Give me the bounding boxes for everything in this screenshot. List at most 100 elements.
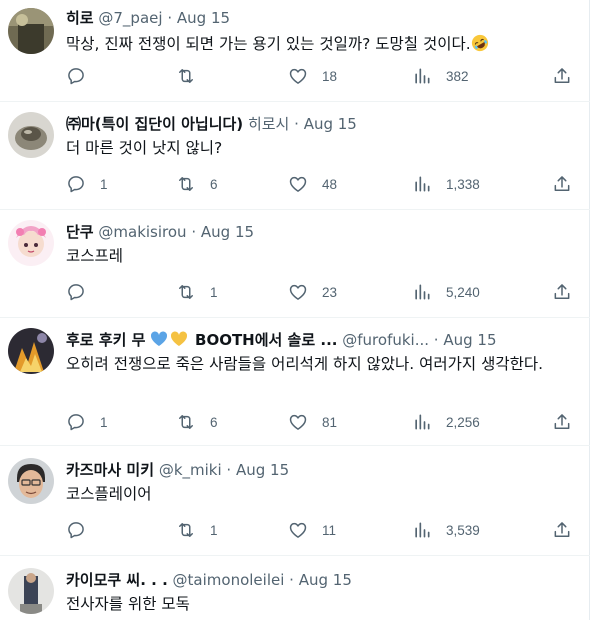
reply-icon [66, 174, 86, 194]
like-button[interactable]: 23 [288, 280, 337, 304]
tweet-actions: 18 382 [66, 64, 576, 88]
avatar[interactable] [8, 112, 54, 158]
user-handle[interactable]: @k_miki [159, 461, 222, 479]
retweet-button[interactable]: 1 [176, 518, 218, 542]
avatar[interactable] [8, 328, 54, 374]
retweet-icon [176, 412, 196, 432]
like-count: 18 [322, 68, 338, 84]
tweet-header: 히로 @7_paej · Aug 15 [66, 8, 230, 28]
tweet-item[interactable]: 카이모쿠 씨. . . @taimonoleilei · Aug 15 전사자를… [0, 556, 590, 620]
display-name-suffix[interactable]: BOOTH에서 솔로 ... [195, 331, 337, 349]
reply-button[interactable] [66, 280, 100, 304]
reply-count: 1 [100, 176, 108, 192]
view-count: 5,240 [446, 284, 480, 300]
view-count: 2,256 [446, 414, 480, 430]
blue-yellow-hearts-icon [151, 331, 188, 346]
like-button[interactable]: 11 [288, 518, 336, 542]
tweet-item[interactable]: 후로 후키 무 BOOTH에서 솔로 ... @furofuki... · Au… [0, 318, 590, 446]
like-button[interactable]: 48 [288, 172, 337, 196]
share-button[interactable] [552, 172, 572, 196]
tweet-text: 전사자를 위한 모독 [66, 595, 190, 613]
avatar[interactable] [8, 8, 54, 54]
user-handle[interactable]: @7_paej [98, 9, 162, 27]
tweet-date[interactable]: Aug 15 [201, 223, 254, 241]
views-button[interactable]: 2,256 [412, 410, 480, 434]
retweet-button[interactable] [176, 64, 210, 88]
views-button[interactable]: 382 [412, 64, 469, 88]
user-handle[interactable]: @makisirou [98, 223, 186, 241]
display-name[interactable]: 히로 [66, 9, 94, 27]
reply-icon [66, 520, 86, 540]
retweet-button[interactable]: 6 [176, 172, 218, 196]
views-button[interactable]: 5,240 [412, 280, 480, 304]
user-handle[interactable]: @furofuki... [342, 331, 429, 349]
like-icon [288, 174, 308, 194]
tweet-actions: 1 23 5,240 [66, 280, 576, 304]
separator-dot: · [226, 461, 232, 479]
separator-dot: · [191, 223, 197, 241]
like-count: 81 [322, 414, 338, 430]
avatar[interactable] [8, 220, 54, 266]
views-icon [412, 66, 432, 86]
like-icon [288, 282, 308, 302]
retweet-icon [176, 282, 196, 302]
share-button[interactable] [552, 410, 572, 434]
like-button[interactable]: 18 [288, 64, 337, 88]
views-icon [412, 282, 432, 302]
like-count: 11 [322, 522, 337, 538]
share-button[interactable] [552, 280, 572, 304]
share-button[interactable] [552, 518, 572, 542]
user-handle[interactable]: 히로시 [248, 115, 289, 133]
reply-button[interactable] [66, 64, 100, 88]
display-name-prefix[interactable]: 후로 후키 무 [66, 331, 145, 349]
tweet-header: ㈜마(특이 집단이 아닙니다) 히로시 · Aug 15 [66, 114, 357, 134]
tweet-date[interactable]: Aug 15 [177, 9, 230, 27]
like-icon [288, 412, 308, 432]
share-icon [552, 412, 572, 432]
display-name[interactable]: 카즈마사 미키 [66, 461, 154, 479]
tweet-text: 더 마른 것이 낫지 않니? [66, 139, 223, 157]
tweet-text: 오히려 전쟁으로 죽은 사람들을 어리석게 하지 않았나. 여러가지 생각한다. [66, 355, 544, 373]
reply-icon [66, 282, 86, 302]
reply-button[interactable]: 1 [66, 410, 108, 434]
avatar[interactable] [8, 568, 54, 614]
reply-count: 1 [100, 414, 108, 430]
tweet-header: 후로 후키 무 BOOTH에서 솔로 ... @furofuki... · Au… [66, 330, 497, 350]
tweet-text: 코스프레 [66, 247, 124, 265]
view-count: 1,338 [446, 176, 480, 192]
like-button[interactable]: 81 [288, 410, 337, 434]
views-button[interactable]: 3,539 [412, 518, 480, 542]
reply-button[interactable]: 1 [66, 172, 108, 196]
tweet-header: 단쿠 @makisirou · Aug 15 [66, 222, 254, 242]
tweet-header: 카이모쿠 씨. . . @taimonoleilei · Aug 15 [66, 570, 352, 590]
tweet-date[interactable]: Aug 15 [304, 115, 357, 133]
tweet-actions: 1 6 81 2,256 [66, 410, 576, 434]
views-icon [412, 174, 432, 194]
retweet-icon [176, 520, 196, 540]
tweet-item[interactable]: ㈜마(특이 집단이 아닙니다) 히로시 · Aug 15 더 마른 것이 낫지 … [0, 102, 590, 210]
tweet-date[interactable]: Aug 15 [236, 461, 289, 479]
display-name[interactable]: 카이모쿠 씨. . . [66, 571, 168, 589]
tweet-text: 코스플레이어 [66, 485, 152, 503]
display-name[interactable]: 단쿠 [66, 223, 94, 241]
share-button[interactable] [552, 64, 572, 88]
share-icon [552, 520, 572, 540]
views-icon [412, 520, 432, 540]
like-count: 23 [322, 284, 338, 300]
retweet-icon [176, 174, 196, 194]
tweet-item[interactable]: 히로 @7_paej · Aug 15 막상, 진짜 전쟁이 되면 가는 용기 … [0, 0, 590, 102]
retweet-button[interactable]: 1 [176, 280, 218, 304]
tweet-date[interactable]: Aug 15 [299, 571, 352, 589]
separator-dot: · [294, 115, 299, 133]
user-handle[interactable]: @taimonoleilei [173, 571, 285, 589]
tweet-date[interactable]: Aug 15 [443, 331, 496, 349]
reply-timeline: 히로 @7_paej · Aug 15 막상, 진짜 전쟁이 되면 가는 용기 … [0, 0, 590, 620]
tweet-item[interactable]: 카즈마사 미키 @k_miki · Aug 15 코스플레이어 1 11 3,5… [0, 446, 590, 556]
retweet-count: 6 [210, 176, 218, 192]
avatar[interactable] [8, 458, 54, 504]
reply-button[interactable] [66, 518, 100, 542]
tweet-item[interactable]: 단쿠 @makisirou · Aug 15 코스프레 1 23 5,240 [0, 210, 590, 318]
retweet-button[interactable]: 6 [176, 410, 218, 434]
display-name[interactable]: ㈜마(특이 집단이 아닙니다) [66, 115, 243, 133]
views-button[interactable]: 1,338 [412, 172, 480, 196]
